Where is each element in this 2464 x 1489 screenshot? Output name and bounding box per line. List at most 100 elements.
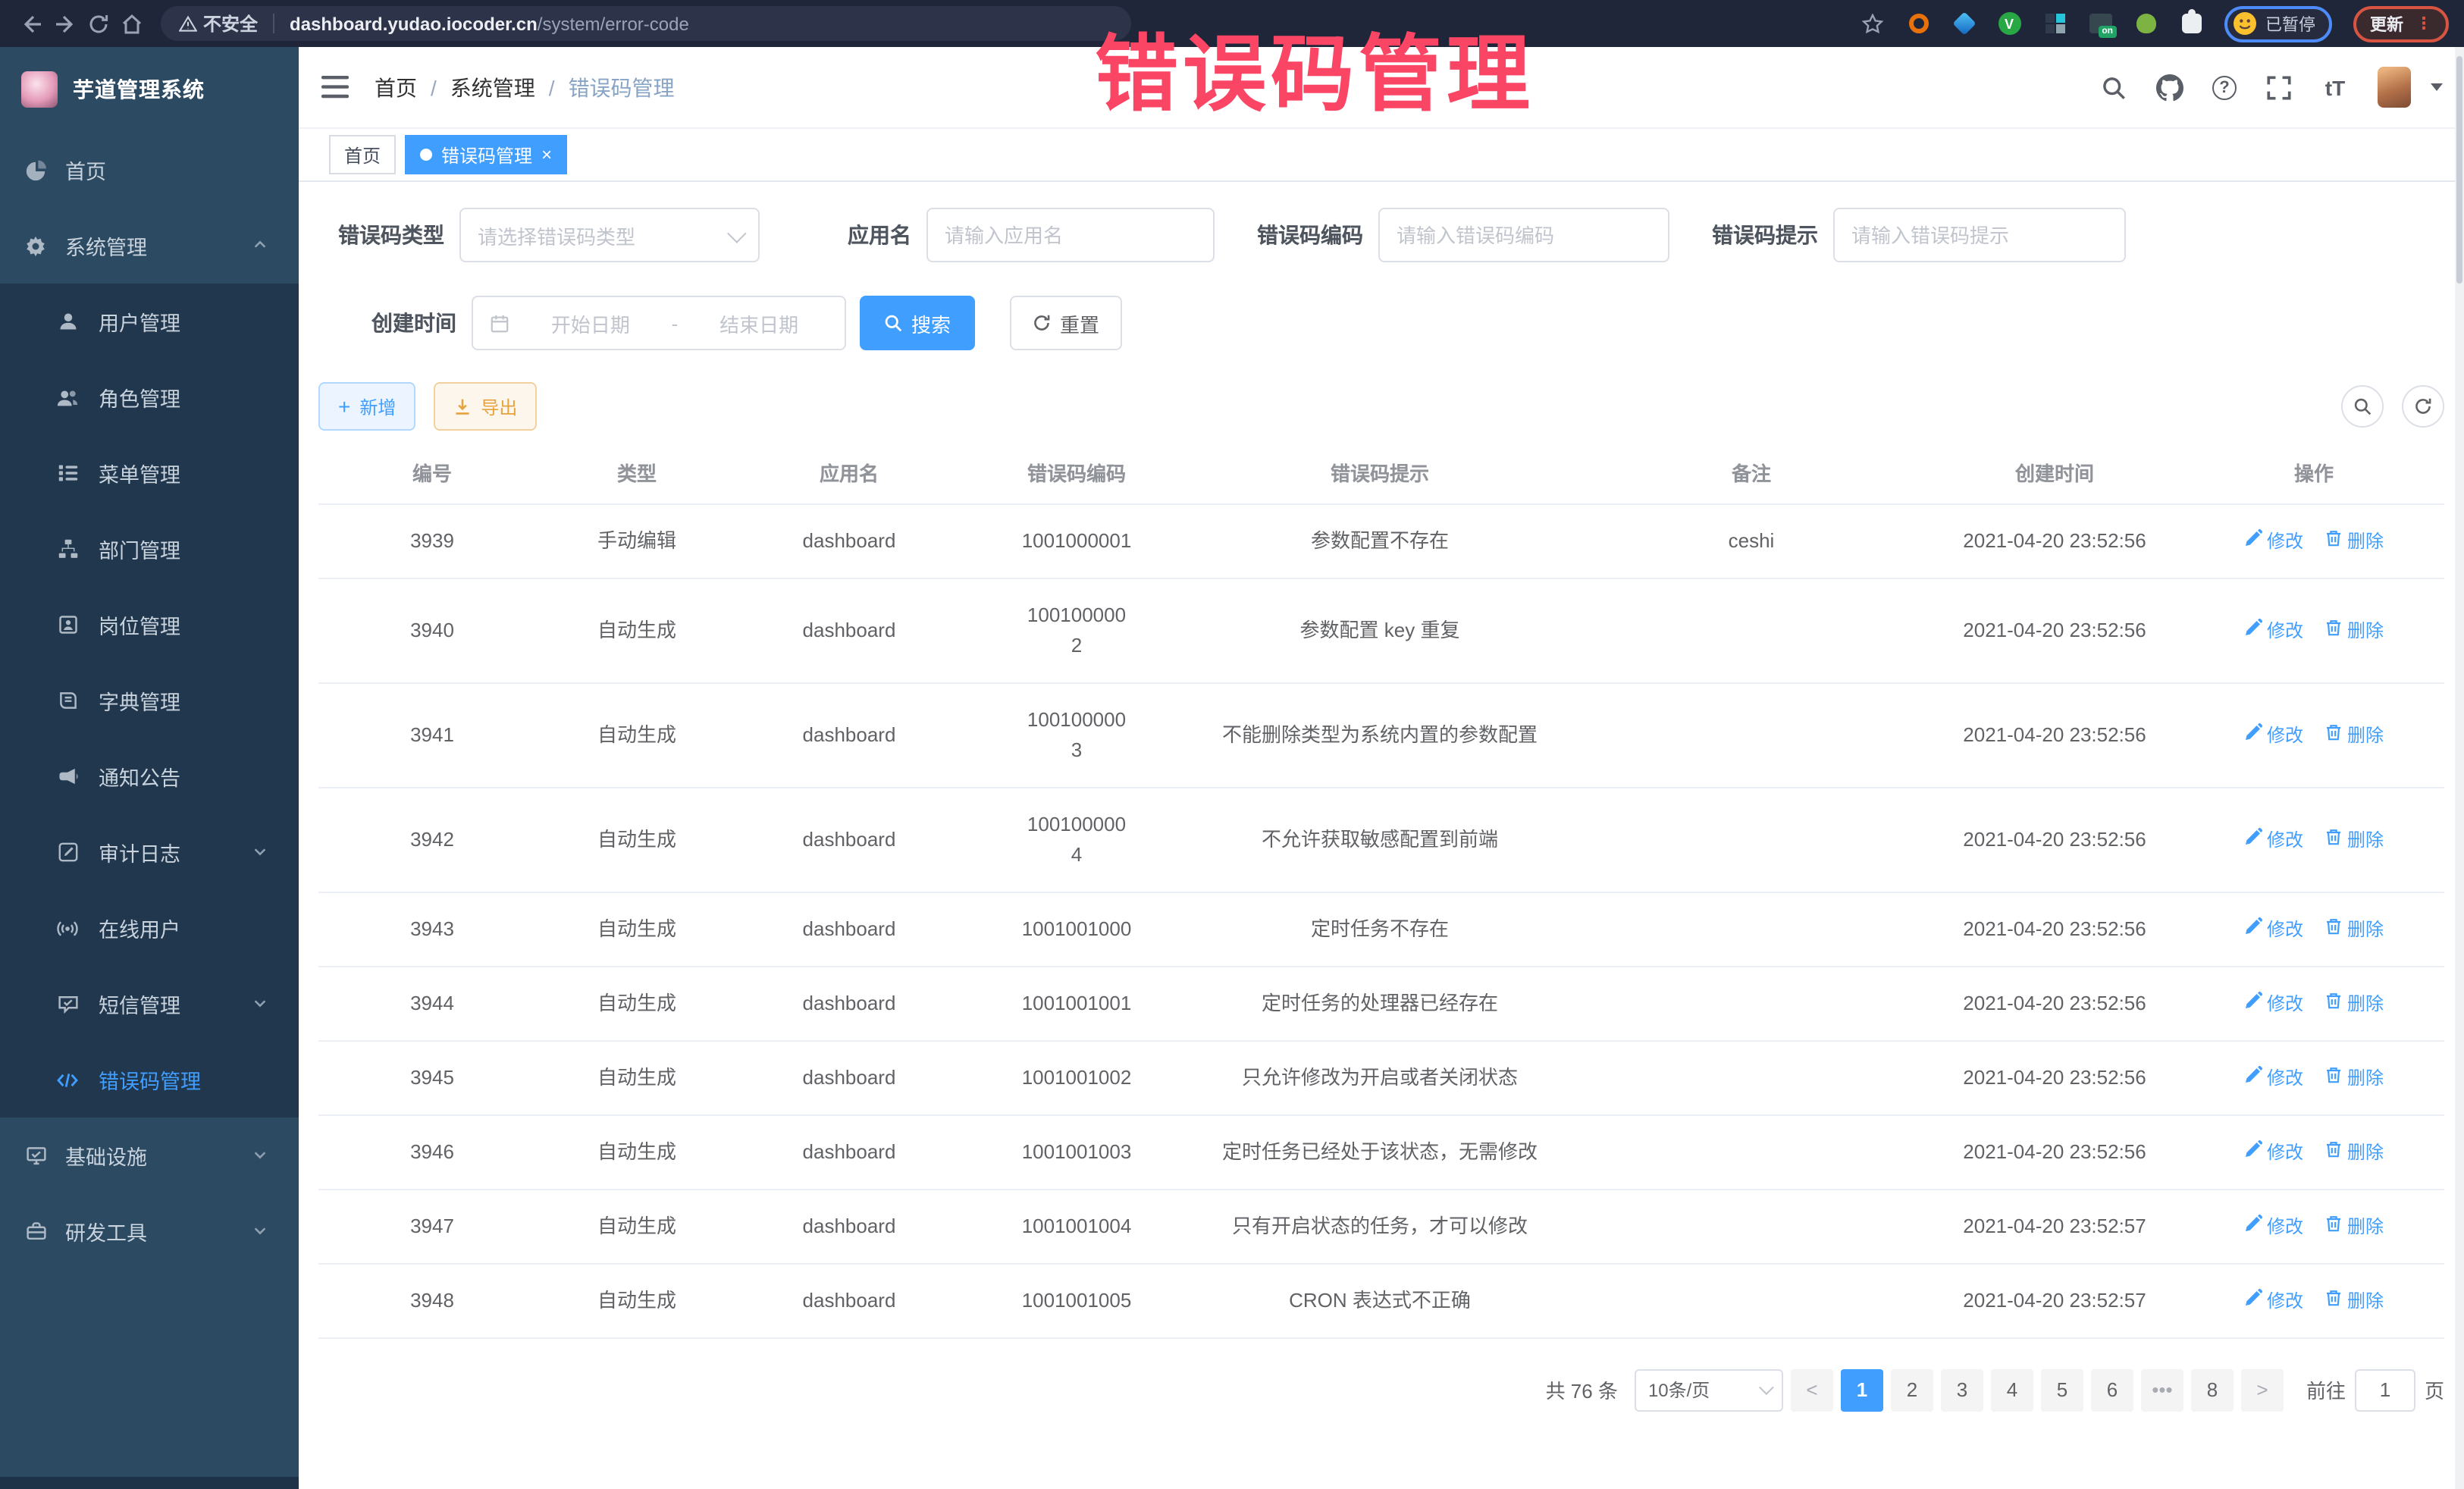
delete-link[interactable]: 删除	[2324, 1285, 2384, 1315]
sidebar-item-审计日志[interactable]: 审计日志	[0, 814, 299, 890]
page-button-6[interactable]: 6	[2091, 1368, 2133, 1411]
sidebar-item-在线用户[interactable]: 在线用户	[0, 890, 299, 966]
sidebar-item-角色管理[interactable]: 角色管理	[0, 359, 299, 435]
browser-profile-chip[interactable]: 已暂停	[2224, 5, 2332, 42]
error-hint-input[interactable]	[1851, 224, 2108, 246]
cell-type: 自动生成	[546, 1263, 728, 1337]
delete-link[interactable]: 删除	[2324, 914, 2384, 944]
tab-错误码管理[interactable]: 错误码管理×	[405, 135, 567, 174]
edit-link[interactable]: 修改	[2244, 988, 2303, 1018]
app-name-input[interactable]	[945, 224, 1196, 246]
page-button-2[interactable]: 2	[1891, 1368, 1933, 1411]
browser-home-icon[interactable]	[115, 7, 149, 40]
sidebar-item-通知公告[interactable]: 通知公告	[0, 738, 299, 814]
page-button-5[interactable]: 5	[2041, 1368, 2083, 1411]
address-bar[interactable]: 不安全 dashboard.yudao.iocoder.cn/system/er…	[161, 6, 1131, 41]
sidebar-item-菜单管理[interactable]: 菜单管理	[0, 435, 299, 511]
sidebar-item-部门管理[interactable]: 部门管理	[0, 511, 299, 587]
breadcrumb-item[interactable]: 首页	[375, 72, 417, 102]
extension-on-badge-icon[interactable]: on	[2088, 11, 2112, 36]
hamburger-icon[interactable]	[321, 75, 349, 99]
edit-link[interactable]: 修改	[2244, 719, 2303, 750]
error-code-input[interactable]	[1397, 224, 1651, 246]
toggle-search-button[interactable]	[2341, 385, 2384, 428]
extension-green-v-icon[interactable]: V	[1997, 11, 2021, 36]
sidebar-item-岗位管理[interactable]: 岗位管理	[0, 587, 299, 663]
page-button-3[interactable]: 3	[1941, 1368, 1983, 1411]
tab-首页[interactable]: 首页	[329, 135, 396, 174]
delete-link[interactable]: 删除	[2324, 1211, 2384, 1241]
prev-page-button[interactable]: <	[1791, 1368, 1833, 1411]
edit-link[interactable]: 修改	[2244, 1136, 2303, 1167]
sidebar-item-短信管理[interactable]: 短信管理	[0, 966, 299, 1042]
search-button[interactable]: 搜索	[860, 296, 975, 350]
breadcrumb-item[interactable]: 系统管理	[450, 72, 535, 102]
delete-link[interactable]: 删除	[2324, 525, 2384, 556]
error-code-field[interactable]	[1378, 208, 1669, 262]
scrollbar-thumb[interactable]	[2456, 56, 2462, 284]
fullscreen-icon[interactable]	[2265, 74, 2293, 101]
extension-orange-icon[interactable]	[1906, 11, 1930, 36]
delete-link[interactable]: 删除	[2324, 615, 2384, 645]
search-icon[interactable]	[2100, 74, 2127, 101]
extension-grid-icon[interactable]	[2042, 11, 2067, 36]
add-button[interactable]: + 新增	[318, 382, 415, 431]
sidebar-item-首页[interactable]: 首页	[0, 132, 299, 208]
error-type-select[interactable]: 请选择错误码类型	[459, 208, 760, 262]
export-button[interactable]: 导出	[434, 382, 537, 431]
close-icon[interactable]: ×	[541, 146, 552, 164]
sms-icon	[56, 992, 79, 1015]
chevron-down-icon[interactable]	[2431, 83, 2443, 91]
app-name-field[interactable]	[926, 208, 1215, 262]
edit-link[interactable]: 修改	[2244, 1285, 2303, 1315]
url-path: /system/error-code	[538, 13, 689, 34]
edit-link[interactable]: 修改	[2244, 1062, 2303, 1092]
page-button-8[interactable]: 8	[2191, 1368, 2234, 1411]
start-date-placeholder[interactable]: 开始日期	[522, 309, 660, 337]
bookmark-star-icon[interactable]	[1861, 11, 1885, 36]
error-hint-field[interactable]	[1833, 208, 2126, 262]
delete-link[interactable]: 删除	[2324, 1136, 2384, 1167]
end-date-placeholder[interactable]: 结束日期	[690, 309, 828, 337]
browser-menu-icon[interactable]: ⋮	[2415, 16, 2432, 31]
user-avatar[interactable]	[2378, 67, 2411, 108]
delete-link[interactable]: 删除	[2324, 824, 2384, 854]
window-scrollbar[interactable]	[2455, 47, 2464, 1489]
github-icon[interactable]	[2156, 74, 2183, 101]
edit-link[interactable]: 修改	[2244, 525, 2303, 556]
page-button-4[interactable]: 4	[1991, 1368, 2033, 1411]
sidebar-item-用户管理[interactable]: 用户管理	[0, 284, 299, 359]
extension-puzzle-icon[interactable]	[2179, 11, 2203, 36]
browser-forward-icon[interactable]	[49, 7, 82, 40]
not-secure-warning[interactable]: 不安全	[179, 11, 258, 36]
extension-android-icon[interactable]	[2133, 11, 2158, 36]
reset-button[interactable]: 重置	[1010, 296, 1122, 350]
extension-gem-icon[interactable]	[1951, 11, 1976, 36]
page-ellipsis[interactable]: •••	[2141, 1368, 2183, 1411]
edit-link[interactable]: 修改	[2244, 615, 2303, 645]
sidebar-item-字典管理[interactable]: 字典管理	[0, 663, 299, 738]
sidebar-item-基础设施[interactable]: 基础设施	[0, 1118, 299, 1193]
delete-link[interactable]: 删除	[2324, 1062, 2384, 1092]
edit-link[interactable]: 修改	[2244, 1211, 2303, 1241]
font-size-icon[interactable]	[2321, 74, 2349, 101]
cell-hint: 只有开启状态的任务，才可以修改	[1183, 1189, 1577, 1263]
browser-reload-icon[interactable]	[82, 7, 115, 40]
sidebar-item-系统管理[interactable]: 系统管理	[0, 208, 299, 284]
refresh-table-button[interactable]	[2402, 385, 2444, 428]
page-button-1[interactable]: 1	[1841, 1368, 1883, 1411]
sidebar-item-错误码管理[interactable]: 错误码管理	[0, 1042, 299, 1118]
delete-link[interactable]: 删除	[2324, 988, 2384, 1018]
help-icon[interactable]	[2212, 75, 2237, 99]
page-size-select[interactable]: 10条/页	[1635, 1368, 1783, 1411]
edit-link[interactable]: 修改	[2244, 914, 2303, 944]
edit-link[interactable]: 修改	[2244, 824, 2303, 854]
next-page-button[interactable]: >	[2241, 1368, 2284, 1411]
browser-update-button[interactable]: 更新 ⋮	[2353, 5, 2449, 42]
browser-back-icon[interactable]	[15, 7, 49, 40]
goto-page-input[interactable]	[2355, 1368, 2415, 1411]
sidebar-item-研发工具[interactable]: 研发工具	[0, 1193, 299, 1269]
date-range-picker[interactable]: 开始日期 - 结束日期	[472, 296, 846, 350]
delete-link[interactable]: 删除	[2324, 719, 2384, 750]
cell-created: 2021-04-20 23:52:56	[1926, 892, 2183, 966]
